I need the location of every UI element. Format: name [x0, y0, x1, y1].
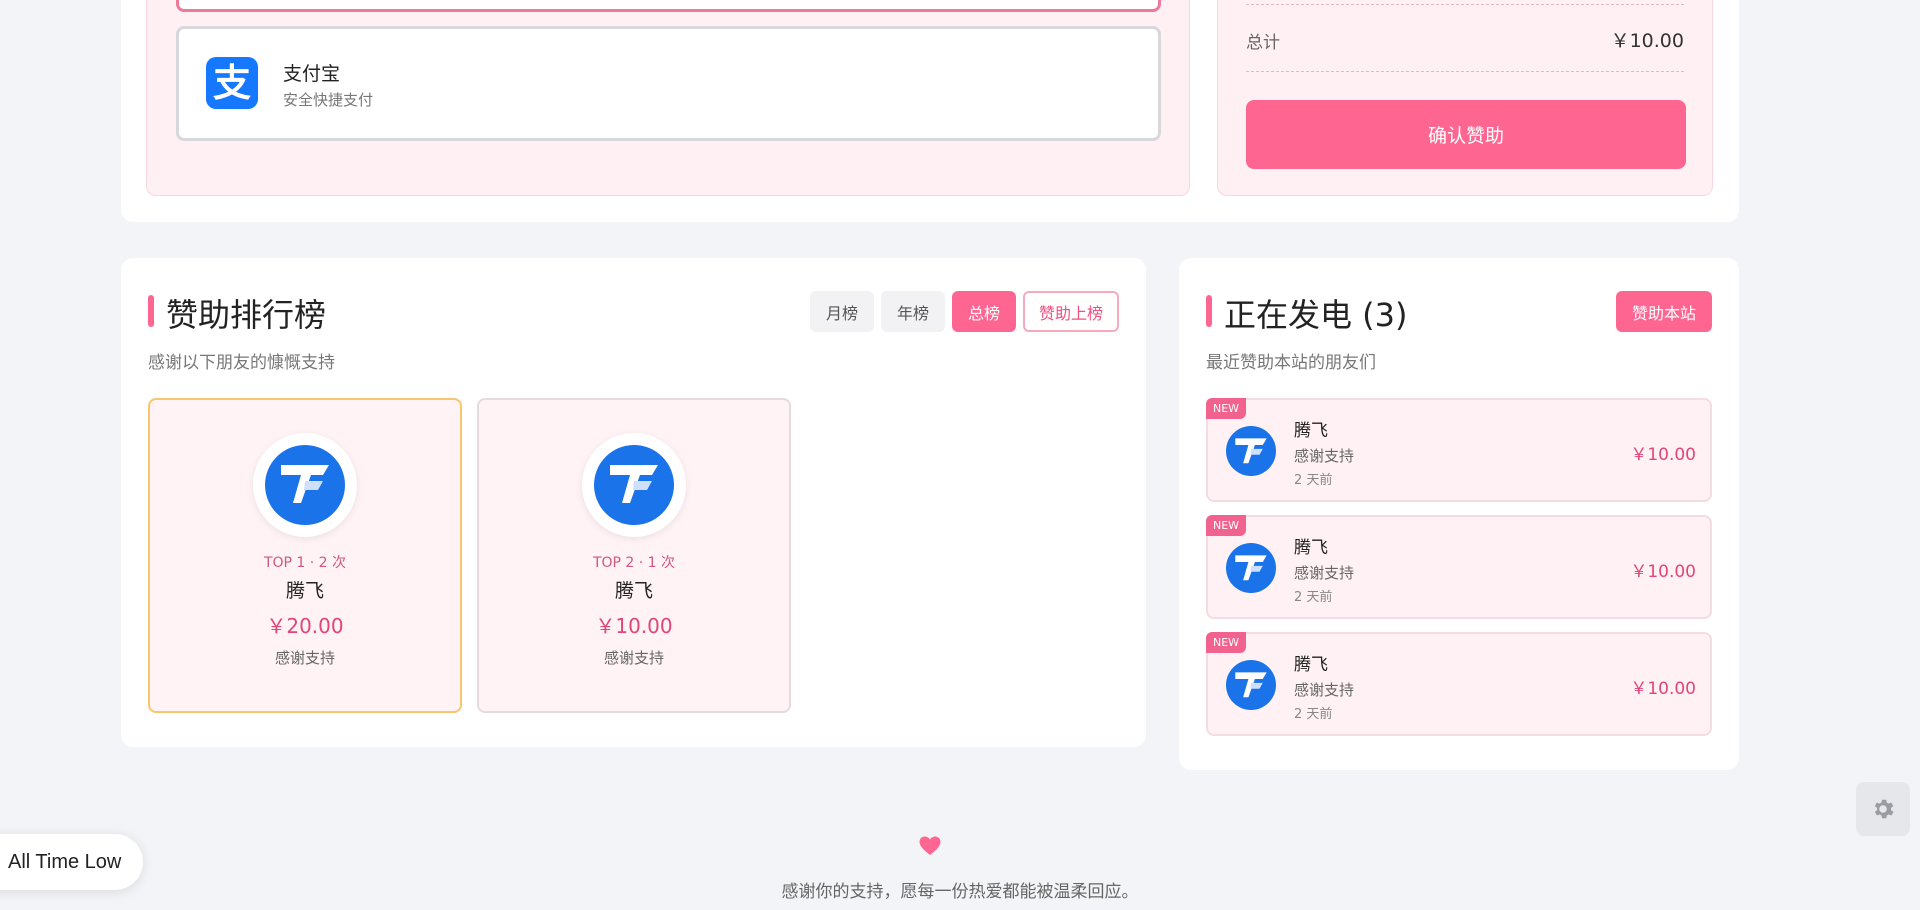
payment-method-desc: 安全快捷支付	[283, 91, 374, 109]
avatar	[1226, 426, 1276, 476]
rank-amount: ￥20.00	[266, 614, 344, 638]
settings-button[interactable]	[1856, 782, 1910, 836]
tf-logo-icon	[1226, 660, 1276, 710]
new-badge: NEW	[1206, 515, 1247, 536]
sponsor-note: 感谢支持	[1294, 681, 1355, 699]
recent-sponsors-title: 正在发电 (3)	[1224, 296, 1408, 334]
sponsor-name: 腾飞	[1294, 538, 1328, 558]
rank-name: 腾飞	[285, 580, 324, 602]
avatar	[1226, 660, 1276, 710]
sponsor-ranking-card: 赞助排行榜 感谢以下朋友的慷慨支持 月榜 年榜 总榜 赞助上榜 TOP 1 · …	[121, 258, 1146, 747]
total-value: ￥10.00	[1610, 30, 1684, 52]
sponsor-note: 感谢支持	[1294, 447, 1355, 465]
divider	[1246, 4, 1684, 5]
new-badge: NEW	[1206, 632, 1247, 653]
tf-logo-icon	[594, 445, 674, 525]
section-accent-bar	[148, 295, 154, 327]
divider	[1246, 71, 1684, 72]
sponsor-time: 2 天前	[1294, 590, 1333, 605]
rank-meta: TOP 2 · 1 次	[592, 555, 676, 571]
sponsor-site-button[interactable]: 赞助本站	[1615, 291, 1712, 332]
payment-option-alipay[interactable]: 支 支付宝 安全快捷支付	[176, 26, 1161, 141]
sponsor-time: 2 天前	[1294, 707, 1333, 722]
recent-sponsors-card: 正在发电 (3) 最近赞助本站的朋友们 赞助本站 NEW 腾飞 感谢支持 2 天…	[1179, 258, 1739, 770]
rank-amount: ￥10.00	[595, 614, 673, 638]
confirm-sponsor-button[interactable]: 确认赞助	[1246, 100, 1686, 169]
sponsor-name: 腾飞	[1294, 655, 1328, 675]
avatar	[253, 433, 357, 537]
sponsor-amount: ￥10.00	[1630, 562, 1696, 582]
list-item[interactable]: NEW 腾飞 感谢支持 2 天前 ￥10.00	[1206, 632, 1712, 736]
rank-item[interactable]: TOP 1 · 2 次 腾飞 ￥20.00 感谢支持	[148, 398, 462, 713]
payment-option-selected[interactable]	[176, 0, 1161, 12]
list-item[interactable]: NEW 腾飞 感谢支持 2 天前 ￥10.00	[1206, 398, 1712, 502]
tab-yearly[interactable]: 年榜	[880, 291, 945, 332]
recent-sponsors-subtitle: 最近赞助本站的朋友们	[1206, 353, 1376, 373]
sponsor-amount: ￥10.00	[1630, 679, 1696, 699]
tab-monthly[interactable]: 月榜	[809, 291, 874, 332]
order-summary-panel: 总计 ￥10.00 确认赞助	[1217, 0, 1713, 196]
avatar	[582, 433, 686, 537]
tf-logo-icon	[1226, 426, 1276, 476]
ranking-title: 赞助排行榜	[166, 296, 327, 334]
sponsor-amount: ￥10.00	[1630, 445, 1696, 465]
gear-icon	[1874, 799, 1894, 819]
tf-logo-icon	[1226, 543, 1276, 593]
payment-method-name: 支付宝	[283, 63, 341, 85]
section-accent-bar	[1206, 295, 1212, 327]
join-ranking-button[interactable]: 赞助上榜	[1022, 291, 1119, 332]
ranking-subtitle: 感谢以下朋友的慷慨支持	[148, 353, 335, 373]
sponsor-name: 腾飞	[1294, 421, 1328, 441]
footer-thanks: 感谢你的支持，愿每一份热爱都能被温柔回应。	[781, 882, 1139, 902]
list-item[interactable]: NEW 腾飞 感谢支持 2 天前 ￥10.00	[1206, 515, 1712, 619]
rank-note: 感谢支持	[274, 649, 335, 667]
payment-card: 支 支付宝 安全快捷支付 总计 ￥10.00 确认赞助	[121, 0, 1739, 222]
rank-name: 腾飞	[614, 580, 653, 602]
new-badge: NEW	[1206, 398, 1247, 419]
rank-item[interactable]: TOP 2 · 1 次 腾飞 ￥10.00 感谢支持	[477, 398, 791, 713]
tab-all-time[interactable]: 总榜	[951, 291, 1016, 332]
alipay-icon: 支	[206, 57, 258, 109]
ranking-tabs: 月榜 年榜 总榜 赞助上榜	[809, 291, 1119, 332]
heart-icon	[919, 836, 941, 855]
avatar	[1226, 543, 1276, 593]
tf-logo-icon	[265, 445, 345, 525]
sponsor-time: 2 天前	[1294, 473, 1333, 488]
total-label: 总计	[1246, 33, 1280, 53]
sponsor-note: 感谢支持	[1294, 564, 1355, 582]
payment-method-panel: 支 支付宝 安全快捷支付	[146, 0, 1190, 196]
all-time-low-badge[interactable]: All Time Low	[0, 834, 144, 890]
rank-note: 感谢支持	[603, 649, 664, 667]
rank-meta: TOP 1 · 2 次	[263, 555, 347, 571]
